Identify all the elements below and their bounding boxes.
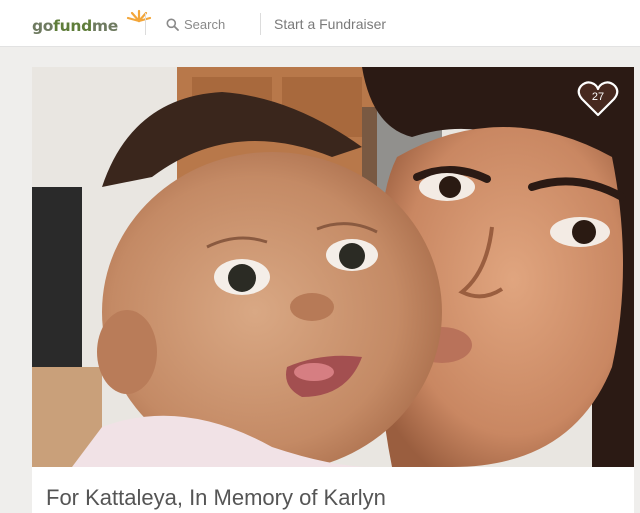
like-heart-button[interactable]: 27 [576, 79, 620, 119]
gofundme-logo[interactable]: gofundme [32, 9, 152, 39]
campaign-title: For Kattaleya, In Memory of Karlyn [46, 485, 386, 510]
nav-divider [260, 13, 261, 35]
nav-divider [145, 13, 146, 35]
search-button[interactable]: Search [166, 14, 225, 34]
campaign-card: 27 For Kattaleya, In Memory of Karlyn [32, 67, 634, 513]
campaign-photo-illustration [32, 67, 634, 467]
heart-count: 27 [591, 91, 605, 103]
search-label: Search [184, 16, 226, 32]
logo-text: gofundme [32, 17, 118, 35]
campaign-photo[interactable]: 27 [32, 67, 634, 467]
search-icon [166, 18, 179, 31]
start-fundraiser-link[interactable]: Start a Fundraiser [274, 16, 386, 32]
top-navigation-bar: gofundme Search Start a Fundraiser [0, 0, 640, 47]
logo-sun-icon [126, 9, 152, 23]
